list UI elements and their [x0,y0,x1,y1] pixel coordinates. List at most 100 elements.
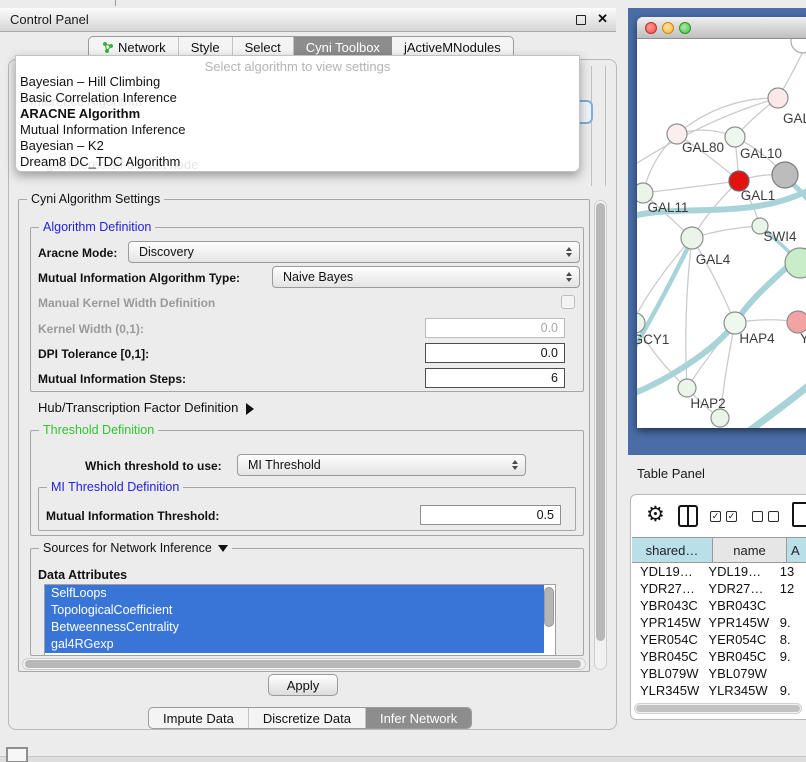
tab-discretize-data[interactable]: Discretize Data [249,708,366,728]
table-row[interactable]: YLR345WYLR345W9. [632,682,806,699]
data-attribute-item[interactable]: BetweennessCentrality [45,619,544,636]
network-node[interactable] [725,127,745,147]
network-edge[interactable] [637,238,692,321]
manual-kernel-checkbox[interactable] [561,295,575,309]
apply-label: Apply [287,678,320,693]
gear-icon[interactable]: ⚙ [646,504,665,526]
hidden-border-fragment [605,66,606,186]
data-attribute-item[interactable]: gal4RGexp [45,636,544,653]
table-row[interactable]: YBL079WYBL079W [632,665,806,682]
dpi-tolerance-field[interactable]: 0.0 [425,343,565,363]
unchecked-checkbox-icon[interactable] [768,511,779,522]
network-edge[interactable] [643,181,739,193]
data-attribute-item[interactable]: TopologicalCoefficient [45,602,544,619]
tab-label: jActiveMNodules [404,40,501,55]
unchecked-checkbox-icon[interactable] [752,511,763,522]
collapse-arrow-icon [218,545,228,552]
network-canvas[interactable]: GAL7GAL80GAL10GAL1GAL11SWI4GAL4GCY1HAP4Y… [637,39,806,428]
kernel-width-field[interactable]: 0.0 [425,318,565,338]
network-node-label: GAL7 [783,111,806,126]
table-row[interactable]: YER054CYER054C8. [632,631,806,648]
network-node[interactable] [772,162,798,188]
tab-impute-data[interactable]: Impute Data [149,708,249,728]
tab-label: Select [245,40,281,55]
table-cell: YLR345W [632,683,708,698]
tab-label: Impute Data [163,711,234,726]
data-attributes-list[interactable]: SelfLoopsTopologicalCoefficientBetweenne… [44,584,556,656]
table-cell: YIL052C [708,700,777,702]
table-row[interactable]: YDL19…YDL19…13 [632,563,806,580]
stepper-icon [512,455,518,475]
network-node-label: HAP4 [739,331,775,346]
hub-definition-toggle[interactable]: Hub/Transcription Factor Definition [38,400,254,415]
zoom-traffic-light-icon[interactable] [679,22,691,34]
table-cell: 9 [778,700,806,702]
aracne-mode-select[interactable]: Discovery [128,241,580,263]
which-threshold-value: MI Threshold [248,458,321,472]
mi-steps-label: Mutual Information Steps: [38,372,186,386]
settings-horizontal-scrollbar[interactable] [22,658,586,670]
network-node[interactable] [791,39,806,53]
network-edge[interactable] [692,238,735,323]
table-cell: YDL19… [708,564,777,579]
mi-type-select[interactable]: Naive Bayes [272,266,580,288]
table-row[interactable]: YDR27…YDR27…12 [632,580,806,597]
algorithm-option[interactable]: Bayesian – Hill Climbing [16,74,579,90]
control-panel-titlebar: Control Panel ✕ [0,8,616,32]
tab-infer-network[interactable]: Infer Network [366,708,471,728]
network-node-label: GAL4 [696,252,731,267]
network-node[interactable] [681,227,703,249]
table-cell: YLR345W [708,683,777,698]
table-row[interactable]: YPR145WYPR145W9. [632,614,806,631]
column-header-name[interactable]: name [713,537,787,563]
column-header-partial[interactable]: A [787,537,806,563]
network-node[interactable] [768,88,788,108]
algorithm-option[interactable]: Mutual Information Inference [16,122,579,138]
network-view-window[interactable]: GAL7GAL80GAL10GAL1GAL11SWI4GAL4GCY1HAP4Y… [637,17,806,428]
network-edge-highlighted[interactable] [749,379,806,428]
aracne-mode-value: Discovery [139,245,194,259]
data-attribute-item[interactable]: SelfLoops [45,585,544,602]
checked-checkbox-icon[interactable]: ✓ [710,511,721,522]
algorithm-definition-title: Algorithm Definition [39,220,155,234]
mi-type-label: Mutual Information Algorithm Type: [38,271,240,285]
table-cell: YBR045C [708,649,777,664]
which-threshold-select[interactable]: MI Threshold [237,454,526,476]
algorithm-option[interactable]: Bayesian – K2 [16,138,579,154]
checked-checkbox-icon[interactable]: ✓ [726,511,737,522]
network-node[interactable] [711,409,729,427]
settings-vertical-scrollbar[interactable] [594,200,607,670]
algorithm-dropdown[interactable]: Select algorithm to view settings Bayesi… [15,55,580,172]
mi-threshold-field[interactable]: 0.5 [420,505,561,525]
network-node-label: GAL11 [647,200,688,215]
split-view-icon[interactable] [678,505,698,527]
table-row[interactable]: YBR045CYBR045C9. [632,648,806,665]
float-icon[interactable] [576,15,586,25]
network-node-label: GAL10 [740,146,782,161]
network-node[interactable] [787,311,806,333]
stepper-icon [566,267,572,287]
table-cell: YBL079W [708,666,777,681]
table-rows[interactable]: YDL19…YDL19…13YDR27…YDR27…12YBR043CYBR04… [632,563,806,702]
close-icon[interactable]: ✕ [597,11,608,27]
list-scrollbar[interactable] [544,587,554,627]
network-node-label: SWI4 [763,229,796,244]
table-row[interactable]: YIL052CYIL052C9 [632,699,806,702]
network-edge-highlighted[interactable] [637,251,805,395]
document-icon[interactable] [792,502,806,527]
network-node[interactable] [678,379,696,397]
network-window-titlebar[interactable] [637,17,806,39]
table-row[interactable]: YBR043CYBR043C [632,597,806,614]
dpi-tolerance-label: DPI Tolerance [0,1]: [38,347,149,361]
hub-definition-label: Hub/Transcription Factor Definition [38,400,238,415]
close-traffic-light-icon[interactable] [645,22,657,34]
mi-steps-field[interactable]: 6 [425,368,565,388]
minimize-traffic-light-icon[interactable] [662,22,674,34]
apply-button[interactable]: Apply [268,674,338,696]
table-cell: 13 [778,564,806,579]
table-cell: 8. [778,632,806,647]
mi-threshold-label: Mutual Information Threshold: [46,509,219,523]
column-header-shared[interactable]: shared… [632,537,713,563]
float-panel-icon[interactable] [6,747,28,762]
table-horizontal-scrollbar[interactable] [634,703,802,714]
